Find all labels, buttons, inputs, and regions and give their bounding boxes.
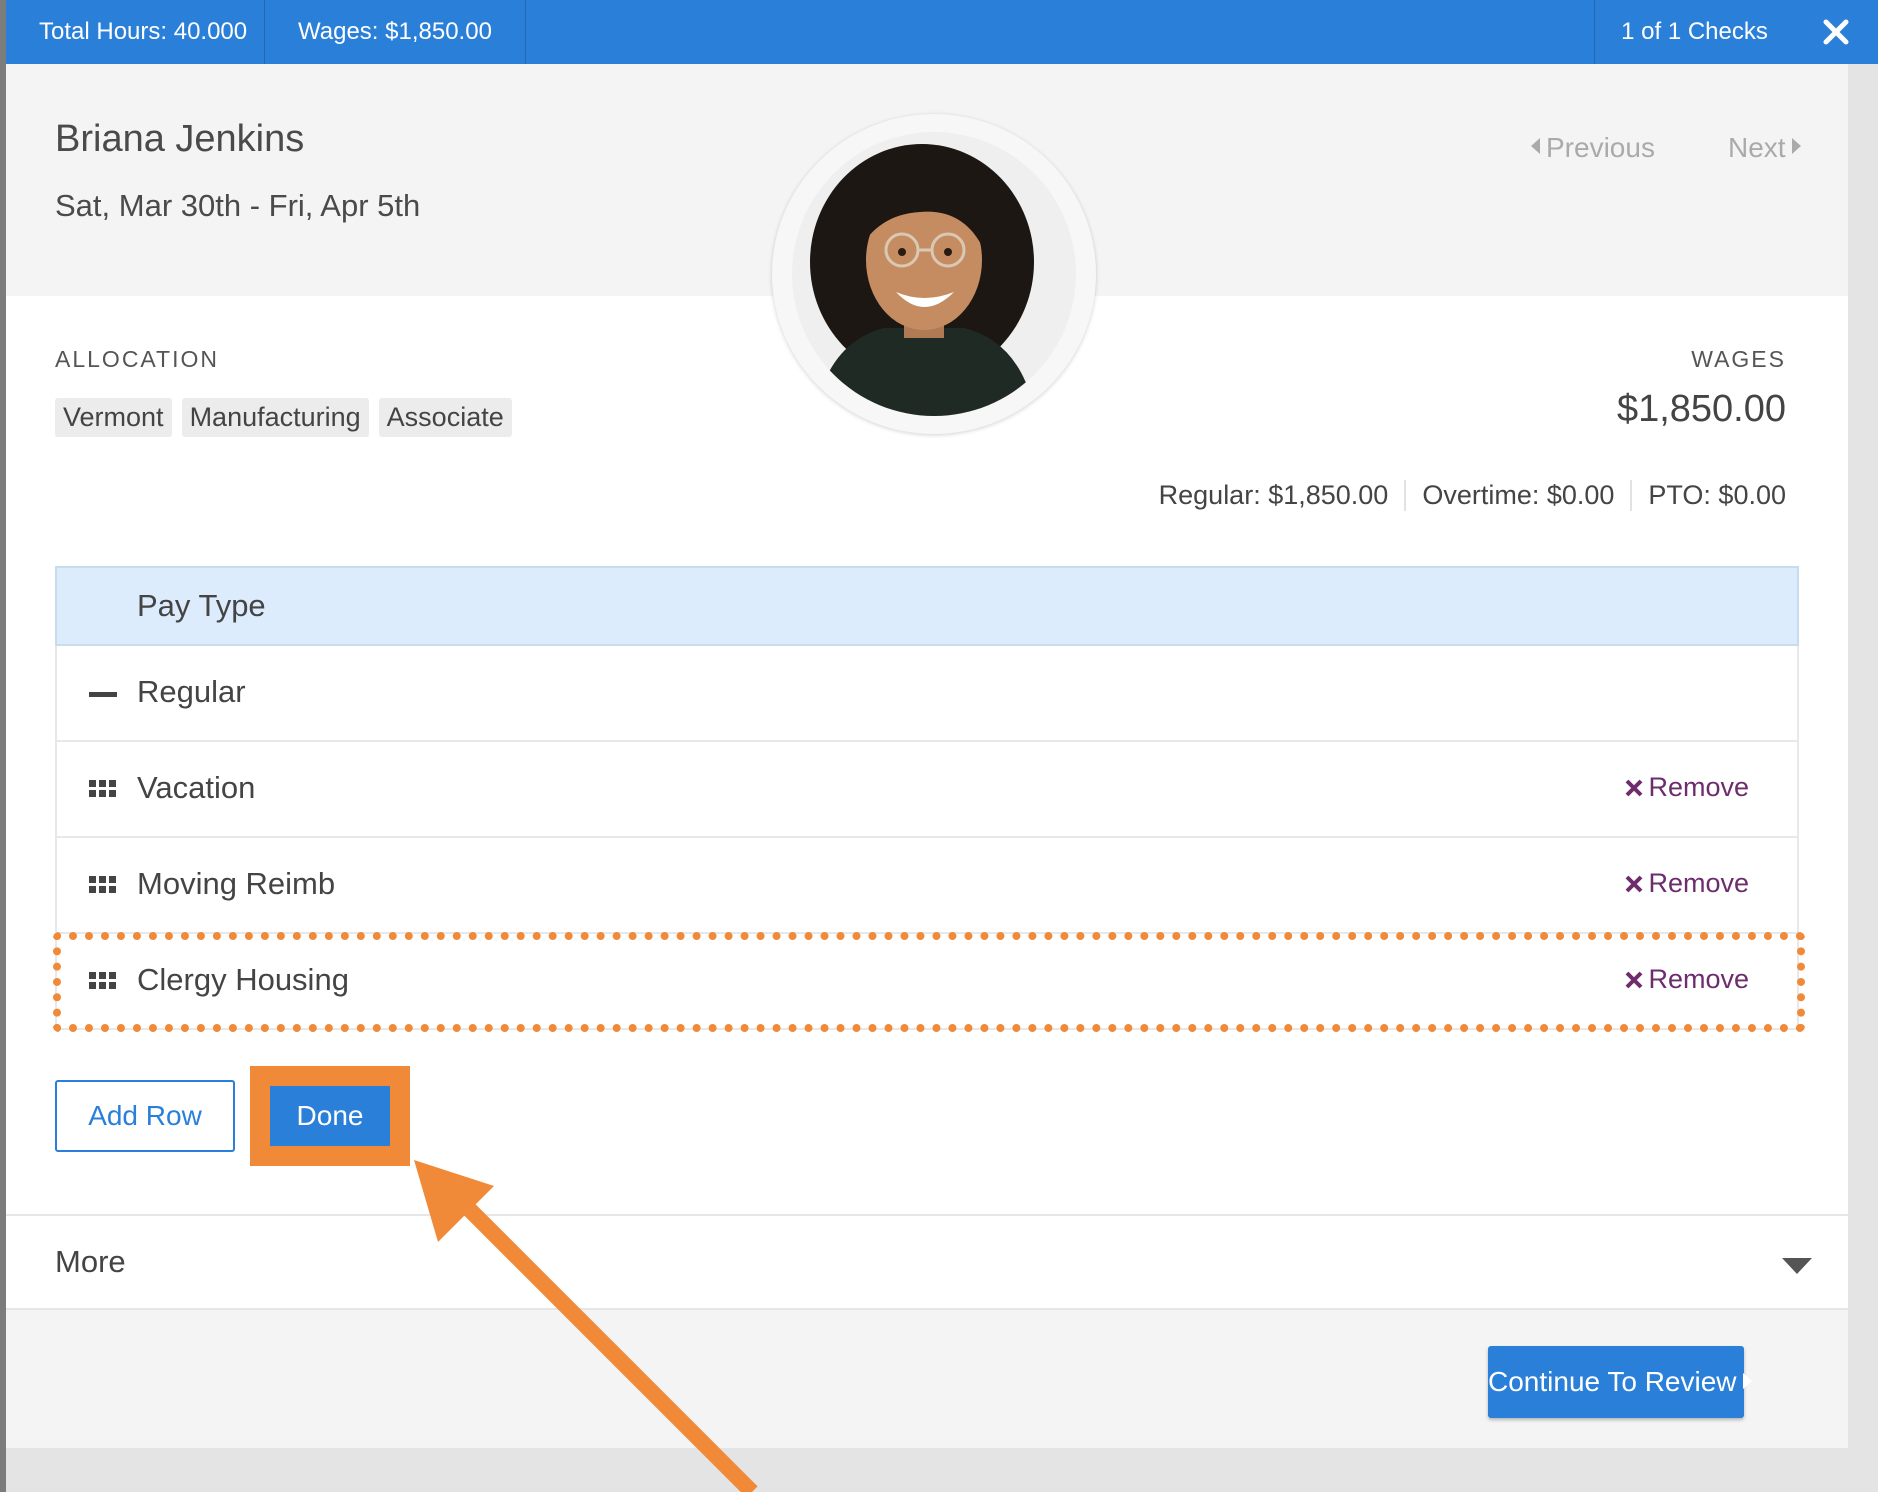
total-wages: Wages: $1,850.00 [265, 0, 526, 64]
previous-button[interactable]: Previous [1531, 132, 1655, 164]
pay-type-label: Moving Reimb [137, 866, 336, 901]
total-hours: Total Hours: 40.000 [6, 0, 265, 64]
remove-label: Remove [1648, 964, 1749, 994]
pay-type-label: Vacation [137, 770, 256, 805]
drag-handle-icon[interactable] [89, 777, 117, 801]
allocation-chip: Associate [378, 398, 512, 437]
allocation-chip: Vermont [55, 398, 172, 437]
checks-counter: 1 of 1 Checks [1594, 0, 1794, 64]
remove-x-icon [1626, 971, 1643, 989]
allocation-label: ALLOCATION [55, 346, 219, 372]
summary-bar: Total Hours: 40.000 Wages: $1,850.00 1 o… [6, 0, 1878, 64]
wages-breakdown: Regular: $1,850.00 Overtime: $0.00 PTO: $0… [1143, 480, 1786, 511]
chevron-down-icon [1782, 1258, 1812, 1274]
wages-amount: $1,850.00 [1616, 388, 1786, 430]
pay-type-table: Pay Type Regular Vacation Remove Moving … [53, 566, 1805, 1032]
drag-handle-icon[interactable] [89, 969, 117, 993]
add-row-button[interactable]: Add Row [55, 1080, 235, 1152]
caret-right-icon [1742, 1373, 1752, 1389]
next-button[interactable]: Next [1728, 132, 1801, 164]
avatar-photo [792, 132, 1076, 416]
employee-avatar [772, 114, 1096, 434]
close-button[interactable] [1794, 0, 1878, 64]
minus-icon[interactable] [89, 681, 117, 709]
pto-wages: PTO: $0.00 [1630, 480, 1786, 511]
remove-button[interactable]: Remove [1624, 964, 1749, 995]
payroll-check-modal: Total Hours: 40.000 Wages: $1,850.00 1 o… [6, 0, 1878, 1448]
drag-handle-icon[interactable] [89, 873, 117, 897]
remove-button[interactable]: Remove [1624, 868, 1749, 899]
pay-period: Sat, Mar 30th - Fri, Apr 5th [55, 188, 421, 223]
employee-name: Briana Jenkins [55, 118, 305, 160]
regular-wages: Regular: $1,850.00 [1158, 480, 1389, 510]
remove-label: Remove [1648, 868, 1749, 898]
caret-left-icon [1531, 138, 1540, 154]
remove-x-icon [1626, 875, 1643, 893]
pay-type-header: Pay Type [55, 566, 1799, 646]
continue-label: Continue To Review [1488, 1366, 1737, 1397]
wages-label: WAGES [1691, 346, 1786, 372]
pay-type-row-regular: Regular [55, 646, 1799, 742]
caret-right-icon [1791, 138, 1801, 154]
remove-button[interactable]: Remove [1624, 772, 1749, 803]
overtime-wages: Overtime: $0.00 [1404, 480, 1630, 511]
remove-x-icon [1626, 779, 1643, 797]
pay-type-row-clergy-housing: Clergy Housing Remove [53, 932, 1805, 1032]
allocation-chip: Manufacturing [181, 398, 369, 437]
pay-type-row-moving-reimb: Moving Reimb Remove [55, 838, 1799, 934]
close-icon [1823, 19, 1849, 45]
person-portrait-icon [792, 132, 1076, 416]
continue-to-review-button[interactable]: Continue To Review [1488, 1346, 1752, 1418]
pay-type-row-vacation: Vacation Remove [55, 742, 1799, 838]
annotation-arrow-icon [414, 1160, 758, 1492]
modal-footer: Continue To Review [6, 1310, 1848, 1448]
allocation-chips: Vermont Manufacturing Associate [55, 398, 522, 437]
pay-type-label: Regular [137, 674, 246, 709]
more-section[interactable]: More [6, 1214, 1848, 1310]
more-label: More [55, 1244, 126, 1279]
previous-label: Previous [1546, 132, 1655, 163]
remove-label: Remove [1648, 772, 1749, 802]
done-button[interactable]: Done [270, 1086, 390, 1146]
next-label: Next [1728, 132, 1786, 163]
pay-type-label: Clergy Housing [137, 962, 349, 997]
pay-type-header-label: Pay Type [137, 588, 266, 623]
